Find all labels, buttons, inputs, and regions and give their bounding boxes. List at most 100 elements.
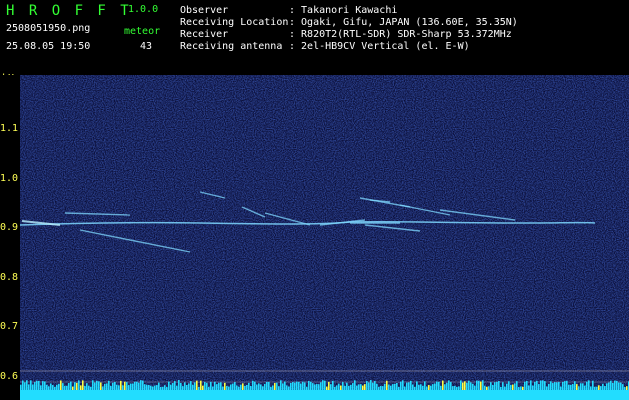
- amplitude-bar: [38, 380, 40, 390]
- amplitude-bar: [538, 384, 540, 390]
- amplitude-bar: [76, 382, 78, 390]
- amplitude-bar: [330, 384, 332, 390]
- amplitude-bar: [610, 380, 612, 390]
- amplitude-bar: [470, 382, 472, 390]
- amplitude-bar: [516, 381, 518, 390]
- amplitude-bar: [68, 383, 70, 390]
- amplitude-bar: [128, 385, 130, 390]
- y-axis-label: 0.9: [0, 222, 19, 233]
- amplitude-bar: [472, 383, 474, 390]
- amplitude-bar: [502, 382, 504, 390]
- amplitude-bar: [440, 385, 442, 390]
- y-axis-label: 0.6: [0, 371, 19, 382]
- amplitude-bar: [478, 380, 480, 390]
- amplitude-bar: [378, 386, 380, 390]
- amplitude-bar: [390, 385, 392, 390]
- amplitude-bar: [426, 386, 428, 390]
- amplitude-bar: [236, 385, 238, 390]
- amplitude-bar: [296, 381, 298, 390]
- amplitude-bar: [370, 380, 372, 390]
- amplitude-bar: [578, 386, 580, 390]
- amplitude-bar: [238, 386, 240, 390]
- app-title: H R O F F T: [6, 3, 132, 19]
- location-value: : Ogaki, Gifu, JAPAN (136.60E, 35.35N): [289, 17, 518, 28]
- amplitude-bar: [112, 382, 114, 390]
- amplitude-bar: [394, 383, 396, 390]
- amplitude-bar: [100, 382, 102, 390]
- amplitude-bar: [234, 382, 236, 390]
- amplitude-bar: [146, 384, 148, 390]
- amplitude-bar: [20, 384, 22, 390]
- amplitude-bar: [460, 380, 462, 390]
- amplitude-bar: [82, 380, 84, 390]
- file-name: 2508051950.png: [6, 23, 91, 34]
- amplitude-bar: [504, 386, 506, 390]
- amplitude-bar: [276, 382, 278, 390]
- amplitude-bar: [122, 385, 124, 390]
- amplitude-bar: [406, 382, 408, 390]
- y-axis: 1.1 1.0 0.9 0.8 0.7 0.6: [0, 75, 20, 400]
- amplitude-bar: [264, 383, 266, 390]
- amplitude-bar: [362, 385, 364, 390]
- amplitude-bar: [594, 386, 596, 390]
- amplitude-bar: [512, 384, 514, 390]
- amplitude-bar: [306, 386, 308, 390]
- amplitude-bar: [438, 381, 440, 390]
- amplitude-bar: [542, 380, 544, 390]
- amplitude-bar: [482, 380, 484, 390]
- amplitude-bar: [224, 382, 226, 390]
- amplitude-bar: [338, 383, 340, 390]
- amplitude-bar: [166, 386, 168, 390]
- amplitude-bar: [492, 385, 494, 390]
- amplitude-bar: [28, 384, 30, 390]
- amplitude-bar: [132, 383, 134, 390]
- amplitude-bar: [554, 382, 556, 390]
- amplitude-bar: [550, 381, 552, 390]
- amplitude-bar: [270, 386, 272, 390]
- amplitude-bar: [528, 385, 530, 390]
- amplitude-bar: [42, 381, 44, 390]
- amplitude-bar: [30, 380, 32, 390]
- amplitude-bar: [576, 384, 578, 390]
- amplitude-bar: [64, 385, 66, 390]
- amplitude-bar: [190, 381, 192, 390]
- amplitude-bar: [90, 386, 92, 390]
- amplitude-bar: [414, 386, 416, 390]
- amplitude-bar: [252, 380, 254, 390]
- amplitude-bar: [376, 383, 378, 390]
- amplitude-bar: [216, 384, 218, 390]
- amplitude-bar: [552, 383, 554, 390]
- amplitude-bar: [464, 381, 466, 390]
- amplitude-bar: [356, 385, 358, 390]
- amplitude-bar: [214, 381, 216, 390]
- amplitude-bar: [116, 384, 118, 390]
- amplitude-bar: [582, 383, 584, 390]
- amplitude-bar: [26, 380, 28, 390]
- amplitude-bar: [462, 382, 464, 390]
- amplitude-bar: [416, 381, 418, 390]
- amplitude-bar: [266, 381, 268, 390]
- amplitude-bar: [324, 380, 326, 390]
- amplitude-bar: [400, 381, 402, 390]
- amplitude-bar: [320, 382, 322, 390]
- amplitude-bar: [468, 380, 470, 390]
- amplitude-bar: [124, 381, 126, 390]
- amplitude-bar: [108, 380, 110, 390]
- amplitude-bar: [474, 385, 476, 390]
- amplitude-bar: [488, 386, 490, 390]
- file-datetime: 25.08.05 19:50: [6, 41, 91, 52]
- amplitude-bar: [518, 386, 520, 390]
- amplitude-bar: [250, 385, 252, 390]
- amplitude-bar: [176, 385, 178, 390]
- amplitude-bar: [80, 385, 82, 390]
- amplitude-bar: [208, 386, 210, 390]
- receiver-value: : R820T2(RTL-SDR) SDR-Sharp 53.372MHz: [289, 29, 512, 40]
- amplitude-bar: [616, 380, 618, 390]
- amplitude-bar: [220, 382, 222, 390]
- amplitude-bar: [588, 380, 590, 390]
- header-panel: H R O F F T 1.0.0 2508051950.png meteor …: [0, 0, 629, 90]
- amplitude-bar: [624, 386, 626, 390]
- amplitude-bar: [246, 384, 248, 390]
- amplitude-bar: [520, 386, 522, 390]
- amplitude-bar: [204, 381, 206, 390]
